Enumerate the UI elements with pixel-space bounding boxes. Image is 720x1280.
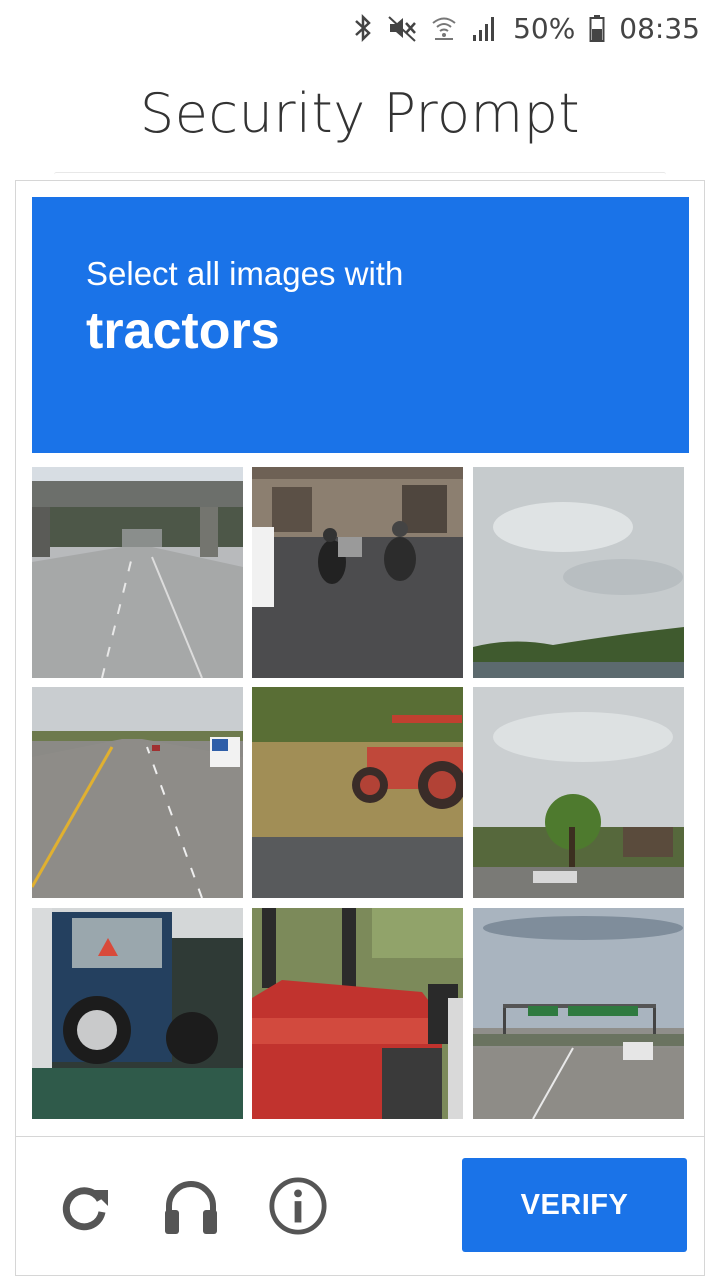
highway-overpass-image bbox=[32, 467, 243, 678]
captcha-tile-3[interactable] bbox=[473, 467, 684, 678]
battery-level-text: 50% bbox=[513, 11, 576, 45]
highway-with-truck-image bbox=[32, 687, 243, 898]
red-tractor-closeup-image bbox=[252, 908, 463, 1119]
reload-icon[interactable] bbox=[54, 1176, 114, 1236]
highway-with-sign-image bbox=[473, 908, 684, 1119]
captcha-tile-4[interactable] bbox=[32, 687, 243, 898]
captcha-tile-1[interactable] bbox=[32, 467, 243, 678]
mute-icon bbox=[387, 13, 417, 43]
clock-text: 08:35 bbox=[619, 11, 700, 45]
footer-divider bbox=[16, 1136, 704, 1137]
info-icon[interactable] bbox=[268, 1176, 328, 1236]
captcha-tile-5[interactable] bbox=[252, 687, 463, 898]
captcha-image-grid bbox=[32, 467, 689, 1119]
verify-button[interactable]: VERIFY bbox=[462, 1158, 687, 1252]
captcha-header: Select all images with tractors bbox=[32, 197, 689, 453]
blue-tractor-image bbox=[32, 908, 243, 1119]
captcha-tile-2[interactable] bbox=[252, 467, 463, 678]
captcha-instruction: Select all images with bbox=[86, 255, 404, 292]
bluetooth-icon bbox=[353, 13, 373, 43]
battery-icon bbox=[589, 13, 605, 43]
scooters-on-street-image bbox=[252, 467, 463, 678]
title-divider bbox=[54, 172, 666, 177]
captcha-target-object: tractors bbox=[86, 302, 280, 360]
wifi-icon bbox=[431, 13, 457, 43]
sky-and-river-image bbox=[473, 467, 684, 678]
status-bar: 50% 08:35 bbox=[0, 0, 720, 56]
headphones-icon[interactable] bbox=[161, 1176, 221, 1236]
signal-icon bbox=[471, 13, 499, 43]
captcha-tile-8[interactable] bbox=[252, 908, 463, 1119]
trees-and-sky-image bbox=[473, 687, 684, 898]
captcha-tile-6[interactable] bbox=[473, 687, 684, 898]
page-title: Security Prompt bbox=[139, 82, 581, 145]
captcha-tile-7[interactable] bbox=[32, 908, 243, 1119]
captcha-tile-9[interactable] bbox=[473, 908, 684, 1119]
red-tractor-on-grass-image bbox=[252, 687, 463, 898]
